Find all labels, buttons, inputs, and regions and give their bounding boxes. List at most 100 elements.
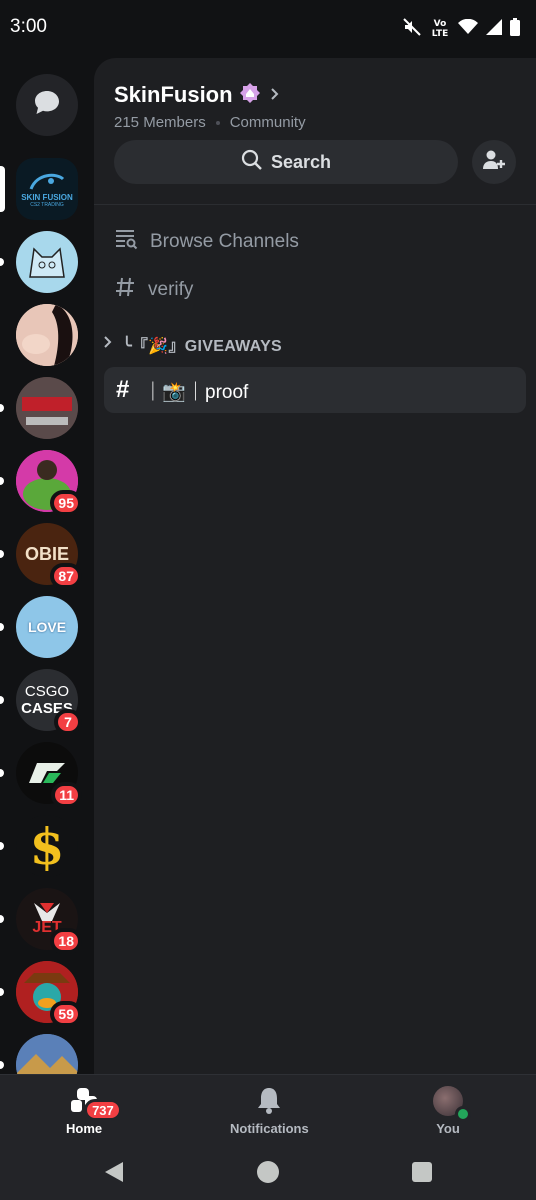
server-cat[interactable] (0, 231, 78, 293)
server-arrow[interactable]: 11 (0, 742, 82, 808)
channel-proof[interactable]: # ｜📸｜proof (104, 367, 526, 413)
mention-badge: 18 (50, 928, 82, 954)
browse-channels-row[interactable]: Browse Channels (114, 228, 299, 255)
boost-badge-icon (239, 82, 261, 108)
tab-label: You (436, 1121, 460, 1136)
tab-you[interactable]: You (430, 1085, 471, 1136)
landscape-icon (16, 1034, 78, 1074)
mention-badge: 87 (50, 563, 82, 589)
unread-indicator (0, 258, 4, 266)
server-icon: SKIN FUSION CS2 TRADING (16, 158, 78, 220)
hashtag-icon: # (116, 376, 130, 403)
mute-icon (402, 17, 422, 41)
unread-indicator (0, 769, 4, 777)
server-icon-subtext: CS2 TRADING (30, 201, 64, 208)
home-notification-badge: 737 (84, 1099, 122, 1121)
server-type: Community (229, 114, 306, 131)
server-obie[interactable]: OBIE 87 (0, 523, 82, 589)
header-divider (94, 204, 536, 205)
channel-panel: SkinFusion 215 Members Community Search (94, 58, 536, 1074)
category-label: ╰『🎉』GIVEAWAYS (122, 338, 283, 355)
server-icon (16, 231, 78, 293)
channel-verify[interactable]: verify (114, 276, 193, 303)
volte-icon: Vo LTE (431, 19, 449, 39)
power-logo-icon (16, 377, 78, 439)
system-nav (0, 1148, 536, 1200)
tab-notifications[interactable]: Notifications (230, 1085, 309, 1136)
status-bar: 3:00 Vo LTE (0, 0, 536, 58)
server-name-row: SkinFusion (114, 82, 306, 108)
tab-label: Home (66, 1121, 103, 1136)
server-jet[interactable]: JET 18 (0, 888, 82, 954)
bell-icon (256, 1086, 282, 1117)
server-dollar[interactable]: $ (0, 815, 78, 877)
chevron-right-icon (267, 86, 281, 105)
browse-channels-icon (114, 228, 138, 255)
server-icon-text: OBIE (24, 543, 69, 564)
mention-badge: 59 (50, 1001, 82, 1027)
recents-button[interactable] (404, 1156, 440, 1192)
search-label: Search (270, 151, 332, 172)
bottom-nav: 737 Home Notifications You (0, 1074, 536, 1148)
add-user-icon (482, 149, 506, 175)
unread-indicator (0, 988, 4, 996)
home-button[interactable] (250, 1156, 286, 1192)
channel-label: ｜📸｜proof (143, 381, 249, 403)
unread-indicator (0, 915, 4, 923)
browse-channels-label: Browse Channels (150, 230, 299, 252)
server-icon-text: CSGO (24, 683, 70, 700)
wifi-icon (458, 18, 478, 39)
battery-icon (510, 18, 520, 40)
server-icon: LOVE (16, 596, 78, 658)
meta-separator (215, 120, 220, 125)
server-rail: SKIN FUSION CS2 TRADING 95 OBIE 87 LOVE … (0, 58, 94, 1074)
dollar-icon: $ (29, 816, 65, 876)
status-icons: Vo LTE (402, 17, 520, 41)
recents-square-icon (411, 1161, 433, 1187)
server-meta: 215 Members Community (114, 114, 306, 131)
online-status-dot (455, 1106, 471, 1122)
server-icon-text: SKIN FUSION (21, 192, 73, 202)
back-button[interactable] (96, 1156, 132, 1192)
active-indicator (0, 166, 5, 212)
category-giveaways[interactable]: ╰『🎉』GIVEAWAYS (102, 332, 282, 356)
chevron-right-icon (102, 335, 114, 354)
server-skinfusion[interactable]: SKIN FUSION CS2 TRADING (0, 158, 78, 220)
server-hat[interactable]: 59 (0, 961, 82, 1027)
server-icon (16, 377, 78, 439)
tab-home[interactable]: 737 Home (66, 1085, 122, 1136)
search-icon (241, 149, 263, 175)
unread-indicator (0, 550, 4, 558)
avatar (433, 1086, 471, 1122)
server-green[interactable]: 95 (0, 450, 82, 516)
signal-icon (486, 19, 502, 39)
unread-indicator (0, 477, 4, 485)
unread-indicator (0, 1061, 4, 1069)
unread-indicator (0, 623, 4, 631)
server-icon (16, 1034, 78, 1074)
unread-indicator (0, 696, 4, 704)
search-bar[interactable]: Search (114, 140, 458, 184)
server-name: SkinFusion (114, 82, 233, 107)
skinfusion-logo-icon (29, 173, 65, 190)
mention-badge: 7 (54, 709, 82, 735)
server-header[interactable]: SkinFusion 215 Members Community (114, 82, 306, 131)
server-anime[interactable] (16, 304, 78, 366)
invite-members-button[interactable] (472, 140, 516, 184)
tab-label: Notifications (230, 1121, 309, 1136)
status-time: 3:00 (10, 16, 47, 37)
mention-badge: 11 (51, 782, 82, 808)
anime-avatar-icon (16, 304, 78, 366)
chat-bubble-icon (32, 89, 62, 121)
server-power[interactable] (0, 377, 78, 439)
unread-indicator (0, 404, 4, 412)
direct-messages-button[interactable] (16, 74, 78, 136)
channel-label: verify (148, 278, 194, 300)
server-csgo-cases[interactable]: CSGO CASES 7 (0, 669, 82, 735)
server-landscape[interactable] (0, 1034, 78, 1074)
server-icon: $ (16, 815, 78, 877)
mention-badge: 95 (50, 490, 82, 516)
hashtag-icon (114, 276, 136, 303)
unread-indicator (0, 842, 4, 850)
server-love[interactable]: LOVE (0, 596, 78, 658)
